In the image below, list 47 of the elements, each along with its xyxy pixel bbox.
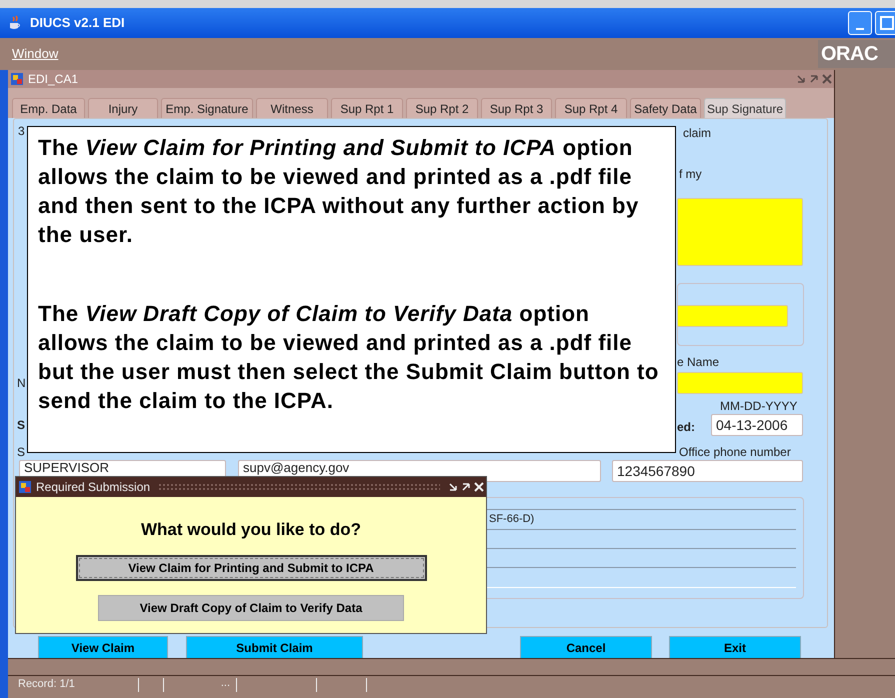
maximize-button[interactable] (875, 11, 895, 35)
action-button[interactable]: View Claim (38, 636, 168, 659)
status-ellipsis: ... (220, 676, 230, 691)
certification-text: claim (683, 127, 712, 139)
tab[interactable]: Emp. Data (12, 98, 85, 118)
window-title: DIUCS v2.1 EDI (30, 14, 125, 32)
window-icon (10, 72, 24, 86)
coffee-cup-icon (8, 15, 22, 31)
option-button[interactable]: View Claim for Printing and Submit to ICPA (76, 554, 426, 580)
callout-paragraph: The View Draft Copy of Claim to Verify Data option allows the claim to be viewed and printed as a .pdf file but the user must then select the Submit Claim button to send the claim to the ICPA. (38, 300, 660, 415)
tab[interactable]: Sup Rpt 3 (481, 98, 552, 118)
label-fragment: N (17, 377, 26, 389)
window-icon (18, 480, 32, 494)
dialog-question: What would you like to do? (140, 519, 362, 541)
window-menu[interactable]: Window (12, 44, 58, 64)
record-indicator: Record: 1/1 (18, 677, 76, 692)
label-fragment: S (17, 419, 26, 431)
date-format-hint: MM-DD-YYYY (720, 400, 798, 412)
minimize-button[interactable] (848, 11, 872, 35)
dialog-title: Required Submission (36, 479, 150, 496)
tab[interactable]: Sup Rpt 2 (406, 98, 478, 118)
tab[interactable]: Sup Rpt 1 (331, 98, 403, 118)
date-label: ed: (677, 421, 695, 433)
callout-paragraph: The View Claim for Printing and Submit to ICPA option allows the claim to be viewed and printed as a .pdf file and then sent to the ICPA without any further action by the user. (38, 134, 640, 249)
certification-text: f my (679, 168, 702, 180)
tab[interactable]: Sup Rpt 4 (555, 98, 627, 118)
form-list-item: SF-66-D) (489, 512, 534, 528)
logo: ORAC (818, 40, 895, 68)
form-window-title: EDI_CA1 (28, 71, 78, 88)
tab[interactable]: Safety Data (630, 98, 701, 118)
text-area[interactable] (677, 198, 803, 266)
tab[interactable]: Injury (88, 98, 158, 118)
action-button[interactable]: Exit (669, 636, 801, 659)
date-field[interactable]: 04-13-2006 (711, 414, 803, 436)
tab[interactable]: Emp. Signature (161, 98, 253, 118)
label-fragment: S (17, 446, 26, 458)
phone-label: Office phone number (679, 446, 791, 458)
input-field[interactable] (677, 305, 788, 327)
field-label: e Name (677, 356, 720, 368)
action-button[interactable]: Submit Claim (186, 636, 363, 659)
name-field[interactable] (677, 372, 803, 394)
tab[interactable]: Sup Signature (704, 98, 786, 118)
tab[interactable]: Witness (256, 98, 328, 118)
phone-field[interactable]: 1234567890 (612, 460, 803, 482)
option-button[interactable]: View Draft Copy of Claim to Verify Data (98, 594, 404, 620)
label-fragment: 3 (18, 125, 25, 137)
action-button[interactable]: Cancel (520, 636, 652, 659)
